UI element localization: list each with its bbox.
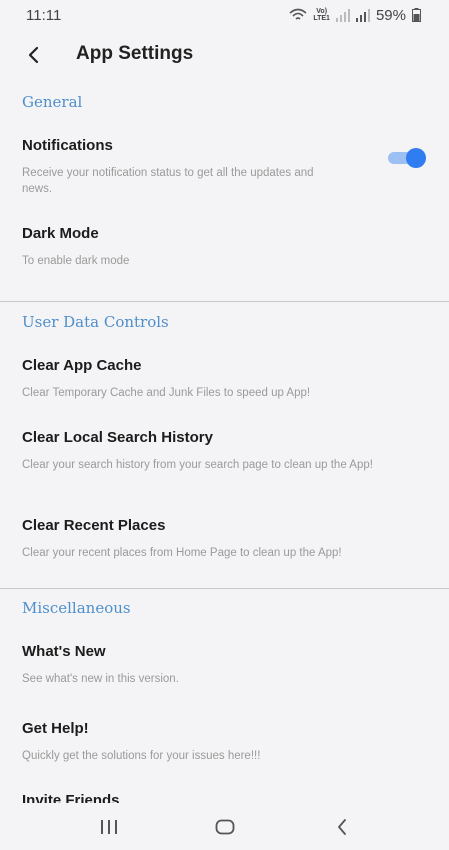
battery-percent: 59% [375, 6, 406, 24]
get-help-desc: Quickly get the solutions for your issue… [22, 750, 261, 762]
clear-places-desc: Clear your recent places from Home Page … [22, 547, 342, 559]
home-icon [215, 819, 235, 835]
clear-places-title[interactable]: Clear Recent Places [22, 517, 165, 534]
home-button[interactable] [205, 813, 245, 841]
section-header-misc: Miscellaneous [22, 599, 131, 617]
status-icons: Vo) LTE1 59% [289, 7, 421, 24]
back-arrow-icon [28, 46, 39, 64]
wifi-icon [289, 8, 307, 20]
section-header-user-data: User Data Controls [22, 313, 169, 331]
dark-mode-title[interactable]: Dark Mode [22, 225, 99, 242]
dark-mode-desc: To enable dark mode [22, 255, 130, 267]
nav-back-icon [338, 819, 346, 835]
notifications-toggle[interactable] [386, 148, 426, 168]
back-button[interactable] [20, 42, 46, 68]
volte-icon: Vo) LTE1 [313, 8, 330, 22]
whats-new-desc: See what's new in this version. [22, 673, 179, 685]
status-time: 11:11 [26, 6, 62, 24]
nav-back-button[interactable] [322, 813, 362, 841]
app-bar: App Settings [0, 30, 449, 80]
notifications-desc: Receive your notification status to get … [22, 167, 314, 195]
clear-cache-desc: Clear Temporary Cache and Junk Files to … [22, 387, 311, 399]
clear-cache-title[interactable]: Clear App Cache [22, 357, 141, 374]
signal-icon-1 [335, 8, 350, 22]
battery-icon [412, 8, 421, 22]
status-bar: 11:11 Vo) LTE1 59% [0, 0, 449, 30]
get-help-title[interactable]: Get Help! [22, 720, 89, 737]
recent-apps-button[interactable] [89, 813, 129, 841]
navigation-bar [0, 803, 449, 850]
section-divider [0, 301, 449, 302]
clear-search-desc: Clear your search history from your sear… [22, 459, 373, 471]
section-header-general: General [22, 93, 83, 111]
notifications-title[interactable]: Notifications [22, 137, 113, 154]
signal-icon-2 [355, 8, 370, 22]
section-divider [0, 588, 449, 589]
clear-search-title[interactable]: Clear Local Search History [22, 429, 213, 446]
whats-new-title[interactable]: What's New [22, 643, 106, 660]
toggle-thumb [406, 148, 426, 168]
recent-apps-icon [101, 820, 117, 834]
page-title: App Settings [76, 43, 194, 64]
